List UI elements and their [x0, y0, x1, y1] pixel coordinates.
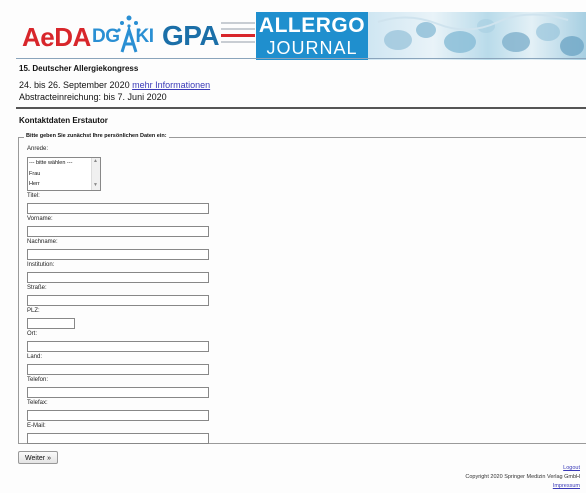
dgaki-dots-icon	[117, 15, 141, 53]
scroll-up-icon[interactable]: ▲	[93, 158, 98, 164]
abstract-deadline: Abstracteinreichung: bis 7. Juni 2020	[19, 92, 167, 102]
nachname-input[interactable]	[27, 249, 209, 260]
gpa-logo-lines	[221, 22, 255, 52]
telefon-label: Telefon:	[27, 377, 49, 383]
allergo-journal-logo: ALLERGO JOURNAL	[256, 12, 368, 60]
anrede-option-placeholder[interactable]: --- bitte wählen ---	[29, 158, 72, 168]
nachname-label: Nachname:	[27, 239, 58, 245]
ort-input[interactable]	[27, 341, 209, 352]
anrede-scrollbar[interactable]: ▲ ▼	[91, 158, 100, 190]
page: AeDA DG KI GPA ALLERGO JOURNAL 15. Deuts…	[0, 0, 586, 493]
institution-input[interactable]	[27, 272, 209, 283]
header-banner: AeDA DG KI GPA ALLERGO JOURNAL	[16, 8, 586, 60]
anrede-option-frau[interactable]: Frau	[29, 169, 40, 179]
vorname-input[interactable]	[27, 226, 209, 237]
vorname-label: Vorname:	[27, 216, 53, 222]
ort-label: Ort:	[27, 331, 37, 337]
header-divider	[16, 58, 586, 59]
institution-label: Institution:	[27, 262, 55, 268]
titel-input[interactable]	[27, 203, 209, 214]
telefax-input[interactable]	[27, 410, 209, 421]
telefax-label: Telefax:	[27, 400, 48, 406]
email-label: E-Mail:	[27, 423, 46, 429]
scroll-down-icon[interactable]: ▼	[93, 182, 98, 188]
event-dates-line: 24. bis 26. September 2020 mehr Informat…	[19, 80, 210, 90]
land-label: Land:	[27, 354, 43, 360]
anrede-select[interactable]: --- bitte wählen --- Frau Herr ▲ ▼	[27, 157, 101, 191]
anrede-option-herr[interactable]: Herr	[29, 179, 40, 189]
email-input[interactable]	[27, 433, 209, 444]
banner-pollen-image	[377, 13, 584, 56]
section-title: Kontaktdaten Erstautor	[19, 116, 108, 125]
section-divider	[16, 107, 586, 109]
copyright-text: Copyright 2020 Springer Medizin Verlag G…	[465, 474, 580, 480]
telefon-input[interactable]	[27, 387, 209, 398]
aeda-logo: AeDA	[22, 22, 91, 52]
banner-image	[368, 12, 586, 60]
event-dates: 24. bis 26. September 2020	[19, 80, 130, 90]
weiter-button[interactable]: Weiter »	[18, 451, 58, 464]
plz-input[interactable]	[27, 318, 75, 329]
more-info-link[interactable]: mehr Informationen	[132, 80, 210, 90]
titel-label: Titel:	[27, 193, 40, 199]
event-title: 15. Deutscher Allergiekongress	[19, 64, 139, 73]
impressum-link[interactable]: Impressum	[553, 483, 580, 489]
gpa-logo: GPA	[162, 20, 220, 51]
allergo-journal-subtitle: JOURNAL	[266, 38, 358, 58]
land-input[interactable]	[27, 364, 209, 375]
logout-link[interactable]: Logout	[563, 465, 580, 471]
anrede-label: Anrede:	[27, 146, 49, 152]
plz-label: PLZ:	[27, 308, 40, 314]
strasse-input[interactable]	[27, 295, 209, 306]
fieldset-legend: Bitte geben Sie zunächst Ihre persönlich…	[24, 133, 169, 139]
allergo-journal-title: ALLERGO	[258, 14, 366, 37]
strasse-label: Straße:	[27, 285, 47, 291]
